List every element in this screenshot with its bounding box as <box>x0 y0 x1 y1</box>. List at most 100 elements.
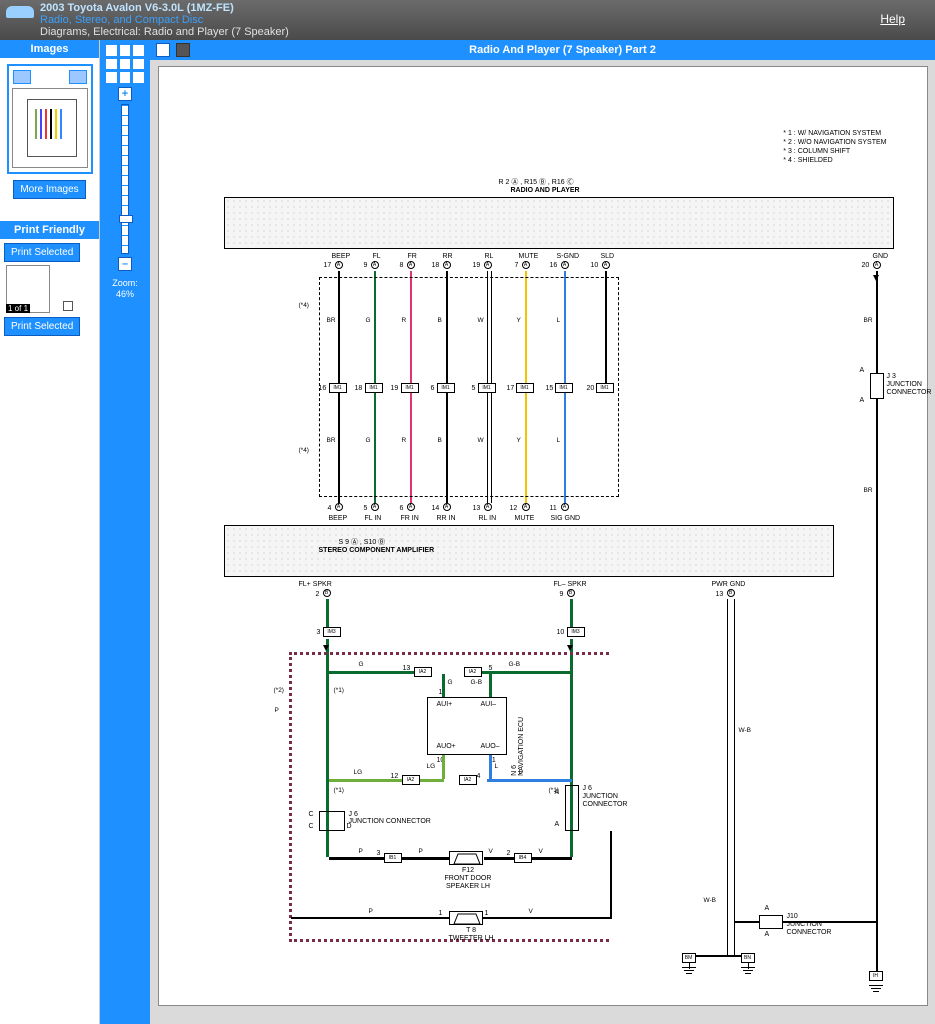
j6-label: J 6 JUNCTION CONNECTOR <box>349 811 431 825</box>
wc: LG <box>354 769 363 776</box>
wire <box>442 755 445 779</box>
lt: A <box>555 821 560 828</box>
diagram-title: Radio And Player (7 Speaker) Part 2 <box>196 44 929 56</box>
sig: FR IN <box>401 515 419 522</box>
wc: P <box>419 848 423 855</box>
wc: L <box>495 763 499 770</box>
wc: L <box>519 769 523 776</box>
wc: BR <box>864 487 873 494</box>
main-panel: Radio And Player (7 Speaker) Part 2 * 1 … <box>150 40 935 1024</box>
zoom-slider[interactable] <box>121 104 129 254</box>
lt: A <box>765 931 770 938</box>
wire <box>610 831 612 919</box>
pn: 2 <box>316 591 320 598</box>
thumbnail-image[interactable] <box>12 88 88 168</box>
wc: BR <box>864 317 873 324</box>
pn: 5 <box>489 665 493 672</box>
pin-circle: B <box>323 589 331 597</box>
note: (*1) <box>334 687 344 694</box>
radio-block <box>224 197 894 249</box>
zoom-handle[interactable] <box>119 215 133 223</box>
pn: 2 <box>507 850 511 857</box>
ib4: IB4 <box>514 853 532 863</box>
j6-label: J 6 JUNCTION CONNECTOR <box>583 785 628 809</box>
pin: 20 <box>862 262 870 269</box>
ia2: IA2 <box>402 775 420 785</box>
wire <box>727 599 728 919</box>
shield-box <box>319 277 619 497</box>
zoom-out-button[interactable]: – <box>118 257 132 271</box>
zoom-label: Zoom: <box>112 278 138 288</box>
pin-circle: A <box>484 261 492 269</box>
im1: IM1 <box>478 383 496 393</box>
lt: A <box>555 789 560 796</box>
note: (*2) <box>274 687 284 694</box>
more-images-button[interactable]: More Images <box>13 180 85 199</box>
pn: 20 <box>587 385 595 392</box>
nav-pin: AUI– <box>481 701 497 708</box>
tool-print-icon[interactable] <box>156 43 170 57</box>
wire <box>570 599 573 629</box>
pin-circle: A <box>561 261 569 269</box>
sig-rl: RL <box>485 253 494 260</box>
j3 <box>870 373 884 399</box>
pin-circle: A <box>335 503 343 511</box>
pin: 16 <box>550 262 558 269</box>
print-thumb-checkbox[interactable] <box>63 301 73 311</box>
sig-fr: FR <box>408 253 417 260</box>
wc: V <box>529 908 533 915</box>
nav-label: N 6 NAVIGATION ECU <box>511 717 525 776</box>
pn: 13 <box>473 505 481 512</box>
print-selected-top-button[interactable]: Print Selected <box>4 243 80 262</box>
pin-circle: A <box>335 261 343 269</box>
thumb-next-button[interactable] <box>69 70 87 84</box>
radio-ref: R 2 Ⓐ , R15 Ⓑ , R16 Ⓒ <box>499 177 574 187</box>
ground-icon <box>741 967 755 974</box>
help-link[interactable]: Help <box>880 12 905 26</box>
sig-sgnd: S-GND <box>557 253 580 260</box>
nav-pin: AUO– <box>481 743 500 750</box>
pn: 10 <box>557 629 565 636</box>
wire <box>783 921 878 923</box>
wire <box>291 917 451 919</box>
pin-circle: A <box>522 503 530 511</box>
im3: IM3 <box>323 627 341 637</box>
sig-gnd: GND <box>873 253 889 260</box>
ground-ih: IH <box>869 971 883 981</box>
zoom-in-button[interactable]: + <box>118 87 132 101</box>
pn: 12 <box>510 505 518 512</box>
wire <box>727 919 728 955</box>
pin-circle: A <box>443 503 451 511</box>
im1: IM1 <box>365 383 383 393</box>
app-header: 2003 Toyota Avalon V6-3.0L (1MZ-FE) Radi… <box>0 0 935 40</box>
wc: G <box>359 661 364 668</box>
radio-label: RADIO AND PLAYER <box>511 187 580 194</box>
wc: L <box>557 437 561 444</box>
header-section: Radio, Stereo, and Compact Disc <box>40 14 289 26</box>
print-thumb[interactable] <box>6 265 50 313</box>
pn: 17 <box>507 385 515 392</box>
lt: C <box>309 811 314 818</box>
sig: MUTE <box>515 515 535 522</box>
route-star2 <box>289 652 609 942</box>
wire <box>489 674 492 697</box>
print-selected-bottom-button[interactable]: Print Selected <box>4 317 80 336</box>
tool-save-icon[interactable] <box>176 43 190 57</box>
wire <box>329 671 414 674</box>
zoom-pan-pad[interactable] <box>105 44 145 84</box>
arrow-icon <box>567 645 573 651</box>
pin-circle: B <box>567 589 575 597</box>
wire <box>734 921 759 923</box>
pin-circle: A <box>443 261 451 269</box>
pn: 16 <box>319 385 327 392</box>
pn: 9 <box>560 591 564 598</box>
thumb-prev-button[interactable] <box>13 70 31 84</box>
car-icon <box>6 6 34 18</box>
speaker-fds <box>449 851 483 865</box>
sig-mute: MUTE <box>519 253 539 260</box>
header-path: Diagrams, Electrical: Radio and Player (… <box>40 26 289 38</box>
diagram-viewer[interactable]: * 1 : W/ NAVIGATION SYSTEM* 2 : W/O NAVI… <box>150 60 935 1024</box>
amp-out-l: FL+ SPKR <box>299 581 332 588</box>
pn: 18 <box>355 385 363 392</box>
main-toolbar: Radio And Player (7 Speaker) Part 2 <box>150 40 935 60</box>
